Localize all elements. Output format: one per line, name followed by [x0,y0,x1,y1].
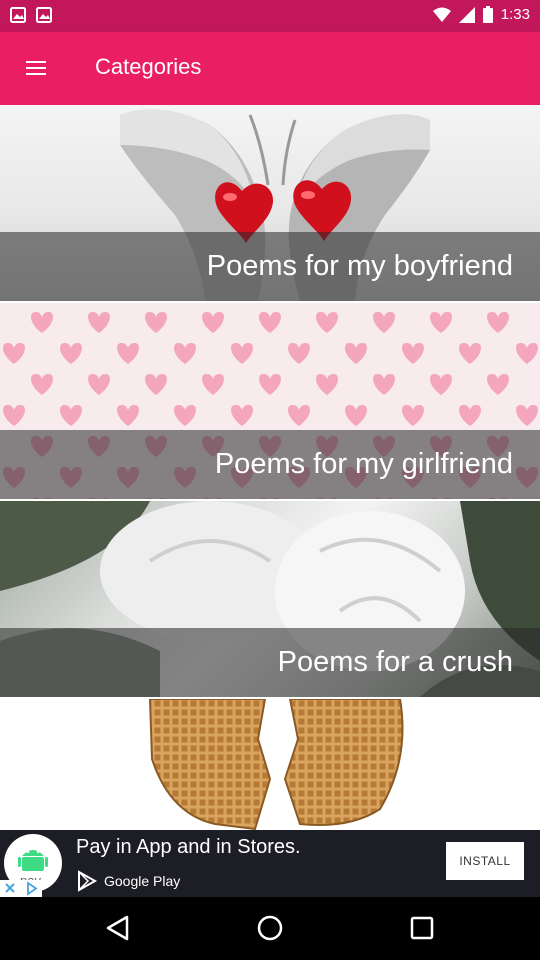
ad-banner[interactable]: pay Pay in App and in Stores. Google Pla… [0,830,540,897]
heart-shape [316,311,338,333]
battery-icon [482,6,493,23]
heart-shape [487,373,509,395]
wifi-icon [432,7,451,22]
heart-shape [373,373,395,395]
gallery-icon [10,7,26,23]
heart-shape [231,342,253,364]
heart-shape [31,373,53,395]
heart-shape [430,373,452,395]
heart-shape [202,373,224,395]
heart-shape [60,404,82,426]
heart-shape [259,373,281,395]
heart-shape [459,342,481,364]
heart-shape [516,342,538,364]
gallery-icon [36,7,52,23]
heart-shape [231,404,253,426]
category-card-waffle[interactable] [0,699,540,830]
heart-shape [373,311,395,333]
heart-shape [174,404,196,426]
heart-shape [259,311,281,333]
ad-choices-close[interactable] [0,880,42,897]
notification-icons [10,7,52,23]
heart-shape [288,342,310,364]
signal-icon [458,6,475,23]
category-label: Poems for a crush [0,628,540,697]
ad-store-label: Google Play [104,873,181,889]
heart-shape [487,311,509,333]
heart-shape [316,373,338,395]
navigation-bar [0,897,540,960]
category-label: Poems for my girlfriend [0,430,540,499]
heart-shape [31,311,53,333]
heart-shape [3,342,25,364]
heart-shape [345,404,367,426]
heart-shape [60,342,82,364]
close-icon [5,881,38,896]
heart-shape [117,404,139,426]
heart-shape [117,342,139,364]
category-card-boyfriend[interactable]: Poems for my boyfriend [0,105,540,301]
heart-shape [288,404,310,426]
heart-shape [145,311,167,333]
recents-icon[interactable] [407,913,437,943]
heart-shape [145,373,167,395]
broken-waffle-heart-image [148,699,404,830]
home-icon[interactable] [255,913,285,943]
status-time: 1:33 [500,6,530,23]
google-play-icon [78,870,98,892]
heart-shape [88,311,110,333]
heart-shape [402,342,424,364]
category-label: Poems for my boyfriend [0,232,540,301]
heart-shape [430,311,452,333]
back-icon[interactable] [103,913,133,943]
heart-shape [345,342,367,364]
heart-shape [88,373,110,395]
heart-shape [174,342,196,364]
install-button[interactable]: INSTALL [446,842,524,880]
heart-shape [202,311,224,333]
hamburger-menu-icon[interactable] [14,46,58,90]
heart-shape [516,404,538,426]
status-bar: 1:33 [0,0,540,32]
heart-shape [3,404,25,426]
heart-shape [402,404,424,426]
category-card-girlfriend[interactable]: Poems for my girlfriend [0,303,540,499]
category-card-crush[interactable]: Poems for a crush [0,501,540,697]
ad-title[interactable]: Pay in App and in Stores. [76,836,301,859]
app-bar: Categories [0,32,540,105]
category-list[interactable]: Poems for my boyfriend Poems for my girl… [0,105,540,830]
page-title: Categories [95,54,202,79]
system-status: 1:33 [432,6,530,23]
ad-store-link[interactable]: Google Play [76,870,180,892]
heart-shape [459,404,481,426]
